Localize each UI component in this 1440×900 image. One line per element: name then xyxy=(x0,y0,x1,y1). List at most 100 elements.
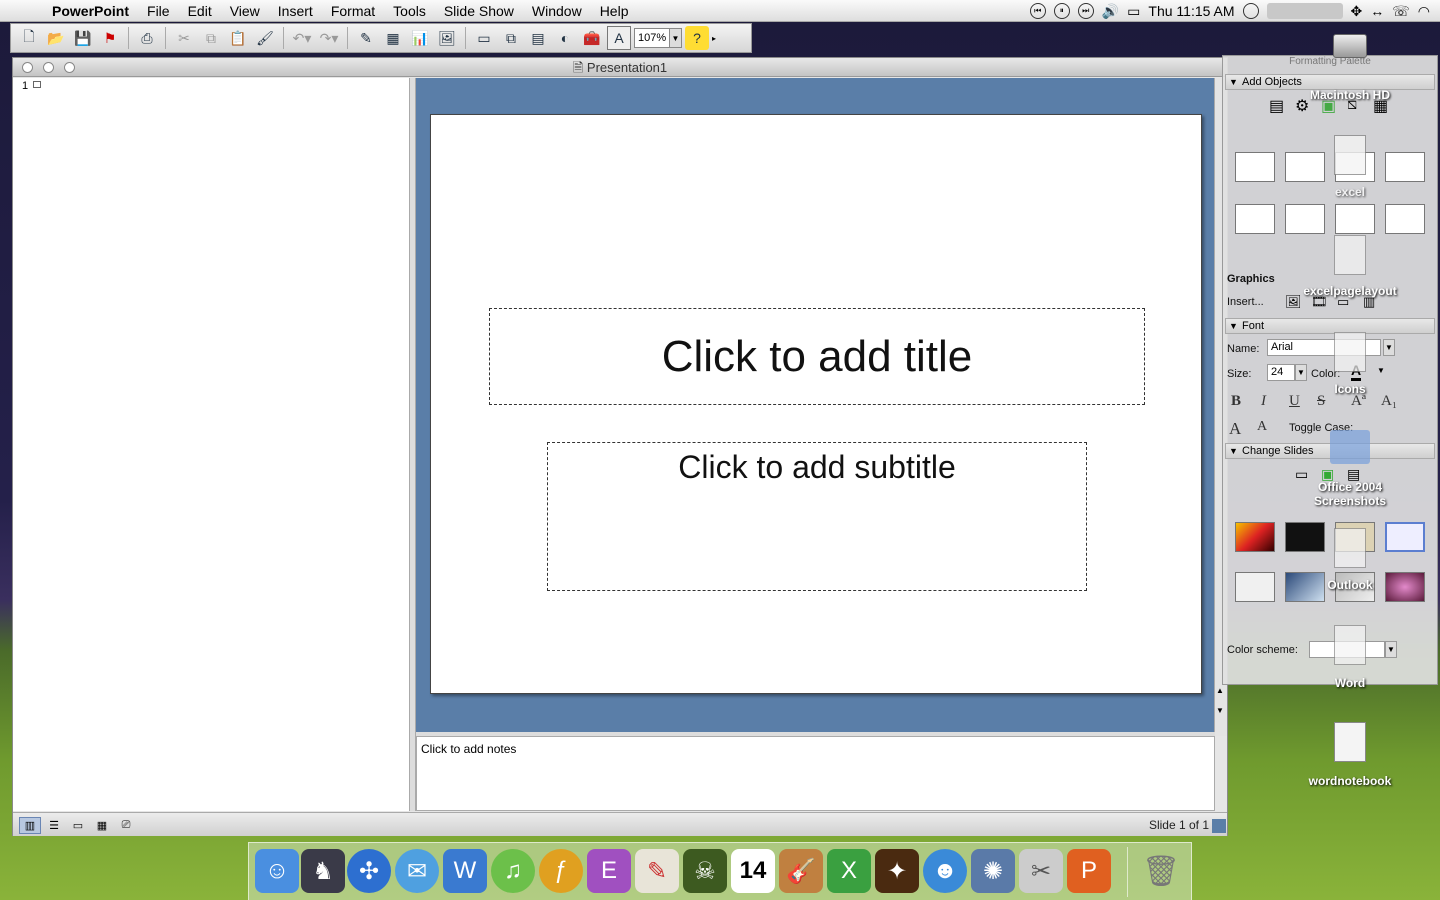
menu-window[interactable]: Window xyxy=(523,3,591,19)
title-placeholder[interactable]: Click to add title xyxy=(489,308,1145,405)
copy-icon[interactable]: ⧉ xyxy=(199,26,223,50)
font-color-dropdown-icon[interactable]: ▼ xyxy=(1377,366,1385,375)
rewind-icon[interactable]: ⏮ xyxy=(1029,3,1046,19)
trash-icon[interactable]: 🗑 xyxy=(1139,849,1183,893)
design-thumb-1[interactable] xyxy=(1235,522,1275,552)
font-name-dropdown-icon[interactable]: ▼ xyxy=(1383,339,1395,356)
word-icon[interactable]: W xyxy=(443,849,487,893)
volume-icon[interactable]: 🔊 xyxy=(1102,3,1119,20)
close-button[interactable] xyxy=(22,62,33,73)
flag-icon[interactable]: ⚑ xyxy=(98,26,122,50)
user-name-redacted[interactable] xyxy=(1266,3,1343,19)
layout-chart[interactable] xyxy=(1385,204,1425,234)
game-warrior-icon[interactable]: ♞ xyxy=(301,849,345,893)
outline-view-button[interactable]: ☰ xyxy=(43,817,65,834)
dashboard-icon[interactable]: ✺ xyxy=(971,849,1015,893)
duplicate-slide-icon[interactable]: ⧉ xyxy=(499,26,523,50)
toolbox-icon[interactable]: 🧰 xyxy=(580,26,604,50)
subtitle-placeholder[interactable]: Click to add subtitle xyxy=(547,442,1087,591)
menu-help[interactable]: Help xyxy=(591,3,638,19)
slide-design-icon[interactable]: ◐ xyxy=(553,26,577,50)
chart-icon[interactable]: 📊 xyxy=(408,26,432,50)
paste-icon[interactable]: 📋 xyxy=(226,26,250,50)
layout-org-chart[interactable] xyxy=(1335,204,1375,234)
outline-pane[interactable]: 1 xyxy=(13,78,410,811)
preview-icon[interactable]: ✂ xyxy=(1019,849,1063,893)
status-icon[interactable] xyxy=(1242,3,1259,19)
menu-file[interactable]: File xyxy=(138,3,179,19)
normal-view-button[interactable]: ▥ xyxy=(19,817,41,834)
slide-canvas[interactable]: Click to add title Click to add subtitle xyxy=(430,114,1202,694)
notes-pane[interactable]: Click to add notes xyxy=(416,736,1215,811)
text-box-icon[interactable]: ✎ xyxy=(354,26,378,50)
layout-title-only[interactable] xyxy=(1235,152,1275,182)
save-icon[interactable]: 💾 xyxy=(71,26,95,50)
app-menu[interactable]: PowerPoint xyxy=(38,3,138,19)
open-icon[interactable]: 📂 xyxy=(44,26,68,50)
zoom-select[interactable]: 107% ▼ xyxy=(634,28,682,48)
palette-title[interactable]: Formatting Palette xyxy=(1223,56,1437,68)
font-size-field[interactable]: 24 xyxy=(1267,364,1295,381)
powerpoint-icon[interactable]: P xyxy=(1067,849,1111,893)
help-icon[interactable]: ? xyxy=(685,26,709,50)
layout-chart-text[interactable] xyxy=(1285,204,1325,234)
design-thumb-2[interactable] xyxy=(1285,522,1325,552)
formatting-palette-icon[interactable]: A xyxy=(607,26,631,50)
grow-font-icon[interactable]: A xyxy=(1229,419,1241,439)
flash-icon[interactable]: ƒ xyxy=(539,849,583,893)
table-icon[interactable]: ▦ xyxy=(381,26,405,50)
menu-tools[interactable]: Tools xyxy=(384,3,435,19)
new-icon[interactable]: 🗋 xyxy=(17,26,41,50)
layout-table[interactable] xyxy=(1385,152,1425,182)
new-slide-icon[interactable]: ▭ xyxy=(472,26,496,50)
ichat-icon[interactable]: ✉ xyxy=(395,849,439,893)
print-icon[interactable]: ⎙ xyxy=(135,26,159,50)
safari-icon[interactable]: ✣ xyxy=(347,849,391,893)
bold-button[interactable]: B xyxy=(1231,393,1241,410)
slide-view-button[interactable]: ▭ xyxy=(67,817,89,834)
paint-icon[interactable]: ✎ xyxy=(635,849,679,893)
prev-slide-icon[interactable]: ▲ xyxy=(1216,686,1224,695)
slide-show-button[interactable]: ⎚ xyxy=(115,817,137,834)
color-scheme-dropdown-icon[interactable]: ▼ xyxy=(1385,641,1397,658)
itunes-icon[interactable]: ♫ xyxy=(491,849,535,893)
forward-icon[interactable]: ⏭ xyxy=(1077,3,1094,19)
next-slide-icon[interactable]: ▼ xyxy=(1216,706,1224,715)
slide-layout-icon[interactable]: ▤ xyxy=(526,26,550,50)
layout-bulleted-list[interactable] xyxy=(1285,152,1325,182)
section-font[interactable]: Font xyxy=(1225,318,1435,334)
menu-slide-show[interactable]: Slide Show xyxy=(435,3,523,19)
bluetooth-icon[interactable]: ✥ xyxy=(1351,3,1363,20)
sync-icon[interactable]: ↔ xyxy=(1370,3,1384,19)
menu-view[interactable]: View xyxy=(221,3,269,19)
resize-handle[interactable] xyxy=(1212,819,1226,833)
entourage-icon[interactable]: E xyxy=(587,849,631,893)
layout-text-chart[interactable] xyxy=(1235,204,1275,234)
phone-icon[interactable]: ☏ xyxy=(1392,3,1410,20)
italic-button[interactable]: I xyxy=(1261,393,1266,410)
window-titlebar[interactable]: 🗎 Presentation1 xyxy=(13,58,1227,77)
design-thumb-5[interactable] xyxy=(1235,572,1275,602)
format-painter-icon[interactable]: 🖌 xyxy=(253,26,277,50)
font-size-dropdown-icon[interactable]: ▼ xyxy=(1295,364,1307,381)
undo-icon[interactable]: ↶▾ xyxy=(290,26,314,50)
design-thumb-4[interactable] xyxy=(1385,522,1425,552)
redo-icon[interactable]: ↷▾ xyxy=(317,26,341,50)
clock[interactable]: Thu 11:15 AM xyxy=(1148,3,1234,19)
picture-icon[interactable]: 🖼 xyxy=(435,26,459,50)
menu-insert[interactable]: Insert xyxy=(269,3,322,19)
pause-icon[interactable]: ⏸ xyxy=(1053,3,1070,19)
excel-icon[interactable]: X xyxy=(827,849,871,893)
ical-icon[interactable]: 14 xyxy=(731,849,775,893)
messenger-icon[interactable]: ☻ xyxy=(923,849,967,893)
finder-icon[interactable]: ☺ xyxy=(255,849,299,893)
outline-slide-icon[interactable] xyxy=(33,81,41,88)
toolbar-overflow-icon[interactable]: ▸ xyxy=(712,34,716,43)
garageband-icon[interactable]: 🎸 xyxy=(779,849,823,893)
orc-game-icon[interactable]: ☠ xyxy=(683,849,727,893)
menu-format[interactable]: Format xyxy=(322,3,384,19)
minimize-button[interactable] xyxy=(43,62,54,73)
slide-sorter-button[interactable]: ▦ xyxy=(91,817,113,834)
menu-edit[interactable]: Edit xyxy=(179,3,221,19)
shrink-font-icon[interactable]: A xyxy=(1257,419,1267,435)
